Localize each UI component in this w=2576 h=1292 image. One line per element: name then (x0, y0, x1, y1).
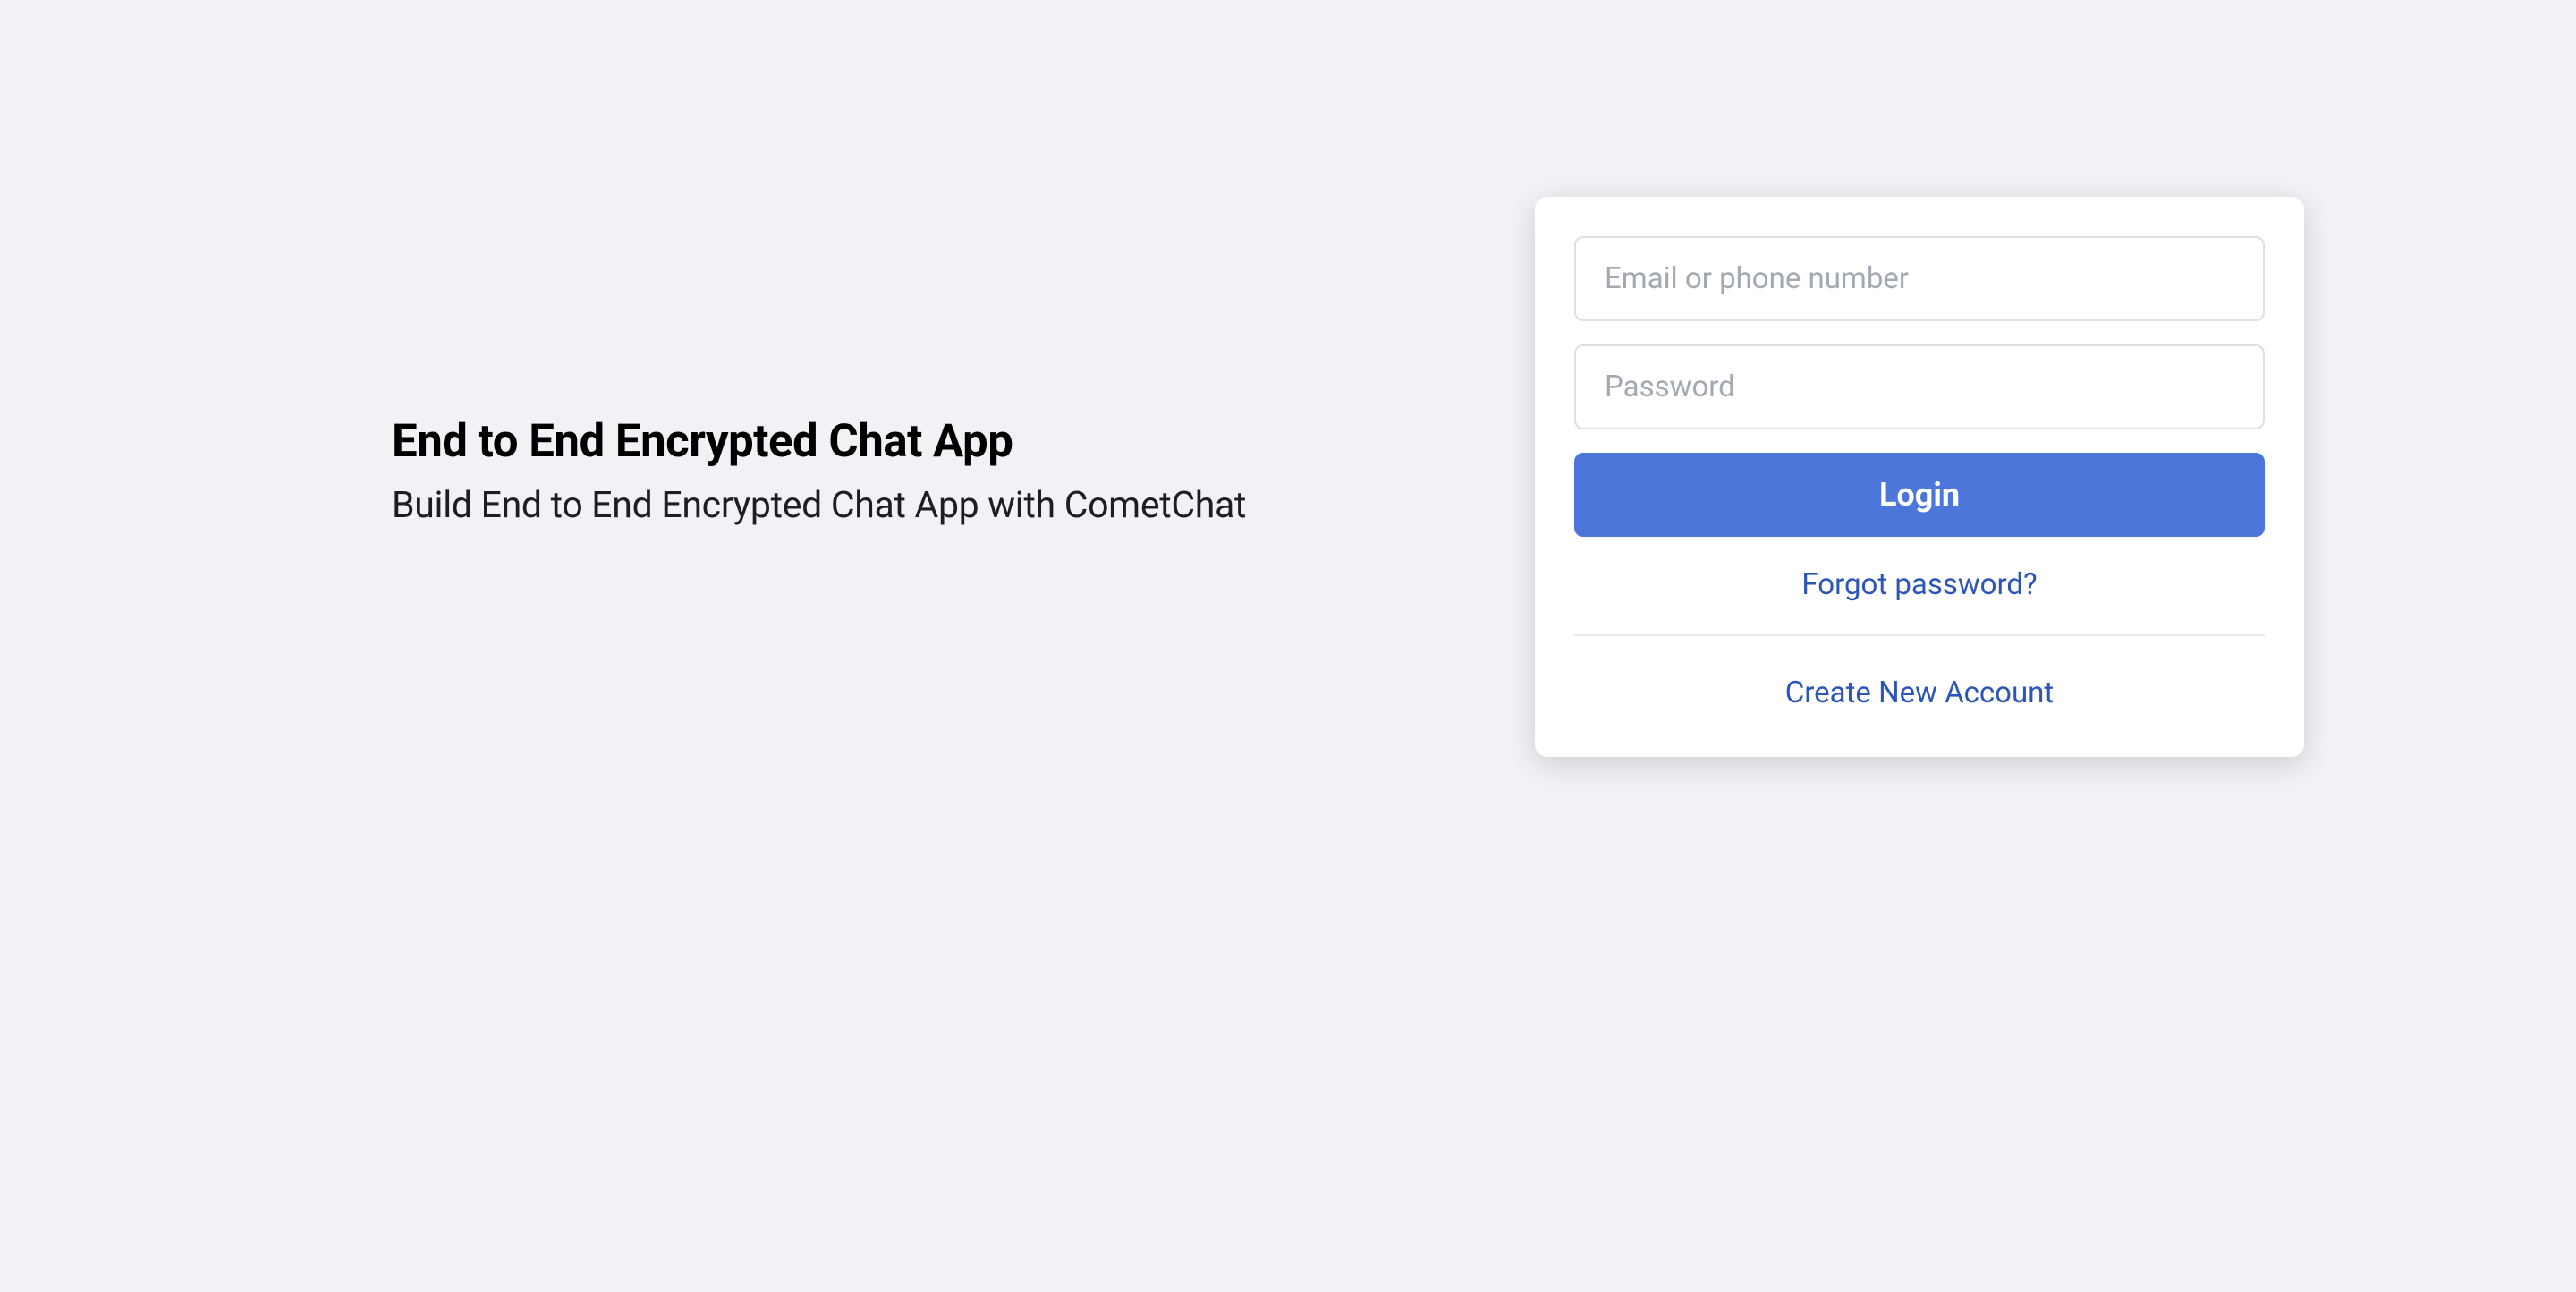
forgot-password-link[interactable]: Forgot password? (1574, 560, 2265, 634)
subheadline: Build End to End Encrypted Chat App with… (392, 484, 1447, 527)
email-field[interactable] (1574, 236, 2265, 321)
hero-section: End to End Encrypted Chat App Build End … (392, 197, 1447, 527)
login-button[interactable]: Login (1574, 453, 2265, 537)
create-account-link[interactable]: Create New Account (1574, 668, 2265, 718)
page-container: End to End Encrypted Chat App Build End … (0, 0, 2576, 757)
login-card: Login Forgot password? Create New Accoun… (1535, 197, 2304, 757)
divider (1574, 634, 2265, 636)
headline: End to End Encrypted Chat App (392, 415, 1447, 468)
password-field[interactable] (1574, 344, 2265, 429)
